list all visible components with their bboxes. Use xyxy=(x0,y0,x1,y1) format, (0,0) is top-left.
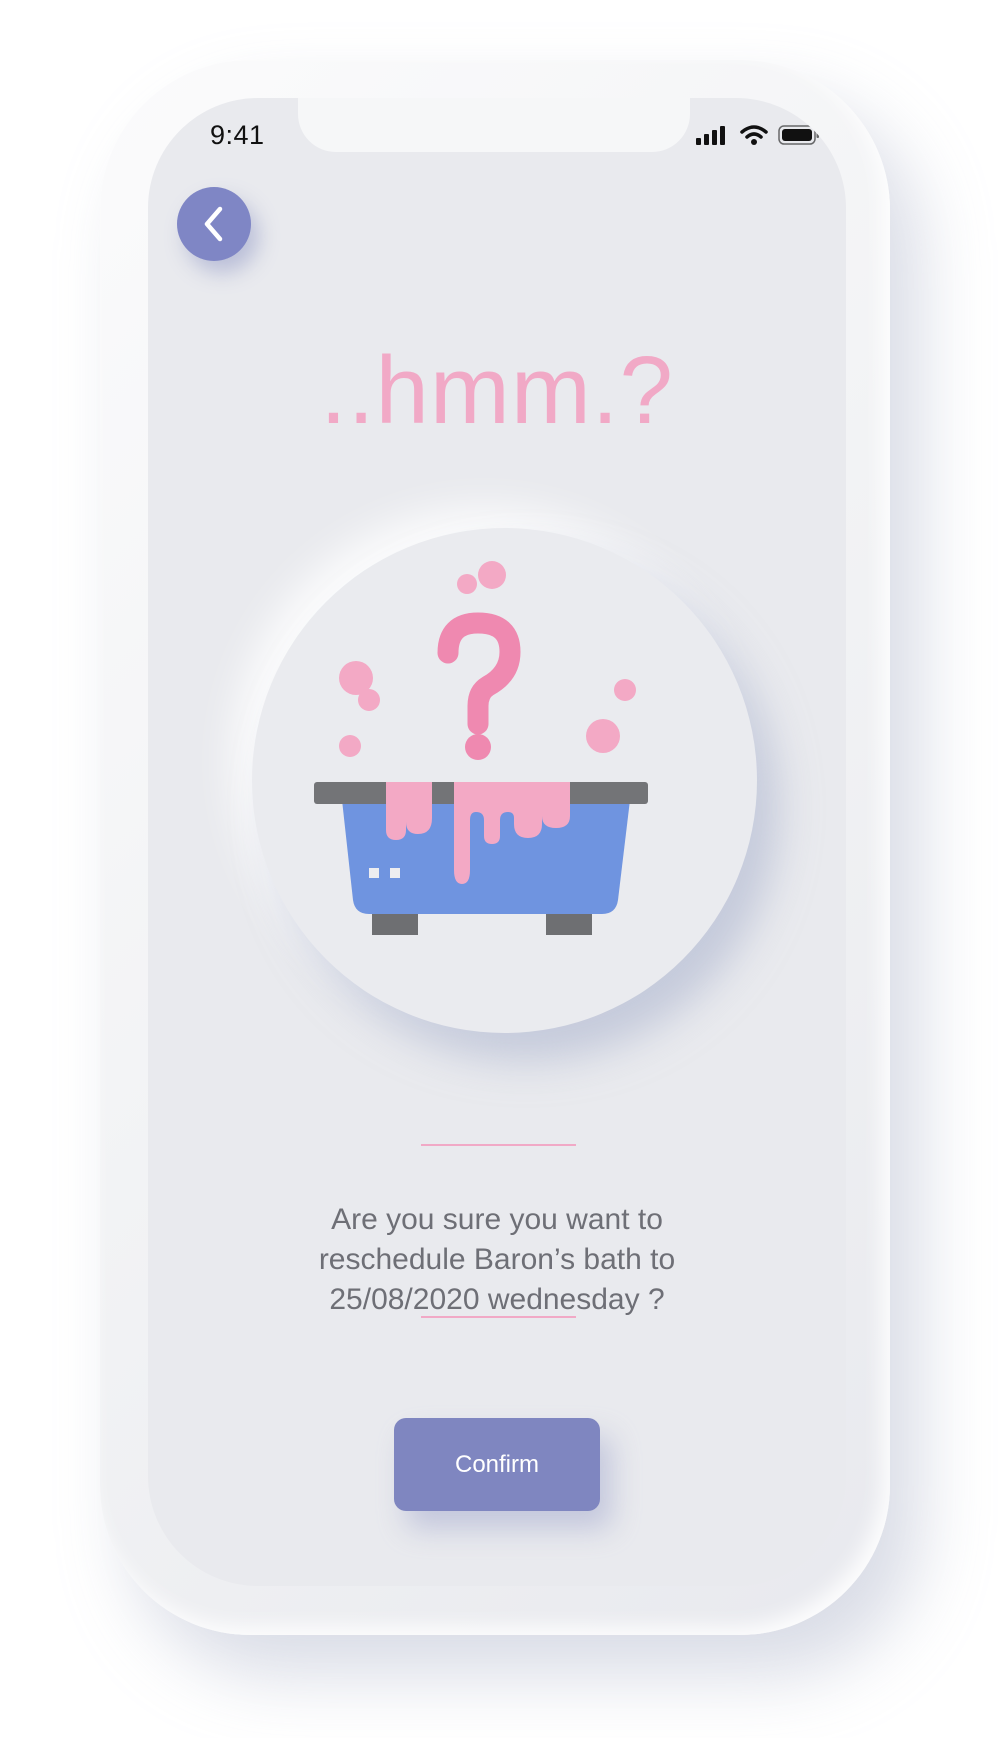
confirm-button[interactable]: Confirm xyxy=(394,1418,600,1511)
status-icons xyxy=(696,124,820,146)
notch xyxy=(298,98,690,152)
status-time: 9:41 xyxy=(210,120,265,150)
phone-screen: 9:41 ..hmm.? Are you sure you want to re… xyxy=(148,98,846,1586)
message-line: Are you sure you want to xyxy=(331,1203,663,1236)
divider-top xyxy=(421,1144,576,1146)
wifi-icon xyxy=(740,125,768,145)
illustration-card xyxy=(252,528,757,1033)
message-line: reschedule Baron’s bath to xyxy=(318,1243,676,1276)
signal-icon xyxy=(696,126,725,145)
chevron-left-icon xyxy=(204,206,223,242)
back-button[interactable] xyxy=(177,187,251,261)
divider-bottom xyxy=(421,1316,576,1318)
page: 9:41 ..hmm.? Are you sure you want to re… xyxy=(0,0,1000,1738)
message-line: 25/08/2020 wednesday ? xyxy=(329,1283,665,1316)
page-title: ..hmm.? xyxy=(320,337,674,444)
battery-icon xyxy=(778,125,819,145)
bathtub-question-icon xyxy=(314,561,648,935)
confirmation-message: Are you sure you want to reschedule Baro… xyxy=(148,1200,846,1320)
